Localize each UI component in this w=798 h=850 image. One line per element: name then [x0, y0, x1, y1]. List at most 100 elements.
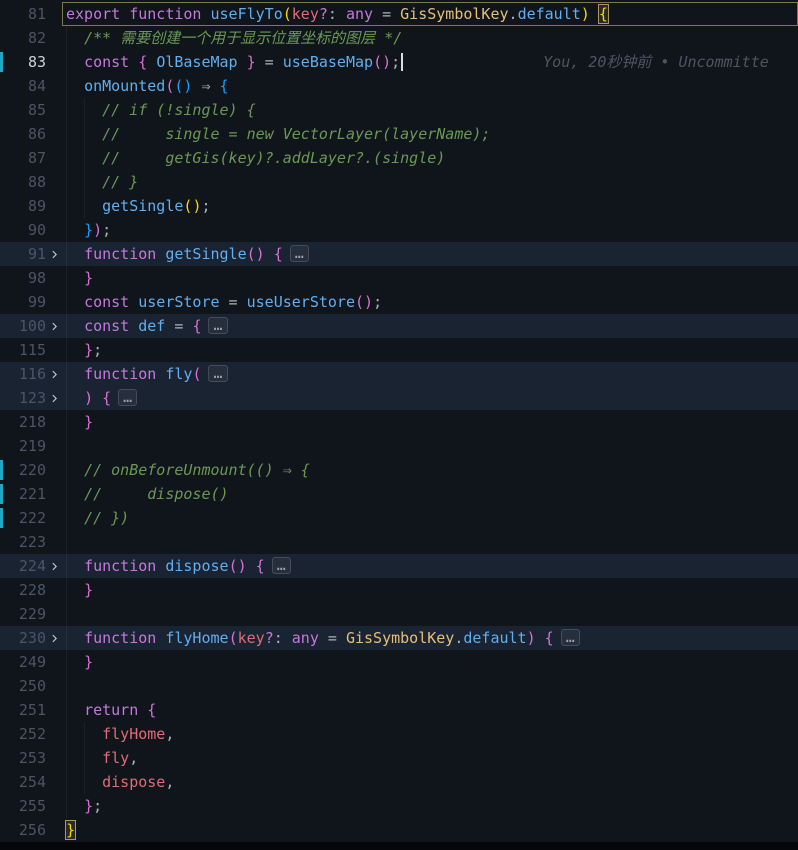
line-number: 223 — [18, 533, 46, 551]
code-line[interactable]: 86 // single = new VectorLayer(layerName… — [0, 122, 798, 146]
code-line[interactable]: 249 } — [0, 650, 798, 674]
folded-code-ellipsis[interactable]: … — [208, 365, 228, 382]
folded-code-ellipsis[interactable]: … — [560, 629, 580, 646]
folded-code-ellipsis[interactable]: … — [118, 389, 138, 406]
code-line[interactable]: 230 function flyHome(key?: any = GisSymb… — [0, 626, 798, 650]
code-line[interactable]: 88 // } — [0, 170, 798, 194]
fold-column — [46, 266, 62, 290]
code-content[interactable]: } — [62, 818, 798, 842]
fold-chevron-icon[interactable] — [46, 554, 62, 578]
code-line[interactable]: 224 function dispose() {… — [0, 554, 798, 578]
code-line[interactable]: 115 }; — [0, 338, 798, 362]
code-line[interactable]: 255 }; — [0, 794, 798, 818]
code-line[interactable]: 89 getSingle(); — [0, 194, 798, 218]
code-line[interactable]: 91 function getSingle() {… — [0, 242, 798, 266]
code-content[interactable]: function fly(… — [62, 362, 798, 386]
code-line[interactable]: 116 function fly(… — [0, 362, 798, 386]
code-line[interactable]: 87 // getGis(key)?.addLayer?.(single) — [0, 146, 798, 170]
code-line[interactable]: 250 — [0, 674, 798, 698]
code-line[interactable]: 256} — [0, 818, 798, 842]
code-line[interactable]: 229 — [0, 602, 798, 626]
code-line[interactable]: 81 export function useFlyTo(key?: any = G… — [0, 2, 798, 26]
fold-chevron-icon[interactable] — [46, 314, 62, 338]
gutter: 123 — [0, 386, 62, 410]
code-content[interactable]: dispose, — [62, 770, 798, 794]
fold-column — [46, 26, 62, 50]
code-line[interactable]: 219 — [0, 434, 798, 458]
code-content[interactable] — [62, 602, 798, 626]
code-content[interactable]: }; — [62, 338, 798, 362]
code-content[interactable]: // if (!single) { — [62, 98, 798, 122]
code-content[interactable]: }); — [62, 218, 798, 242]
code-line[interactable]: 123 ) {… — [0, 386, 798, 410]
code-line[interactable]: 253 fly, — [0, 746, 798, 770]
code-content[interactable]: // dispose() — [62, 482, 798, 506]
code-content[interactable]: // single = new VectorLayer(layerName); — [62, 122, 798, 146]
code-content[interactable]: }; — [62, 794, 798, 818]
code-line[interactable]: 98 } — [0, 266, 798, 290]
code-token: { — [544, 629, 554, 647]
code-line[interactable]: 99 const userStore = useUserStore(); — [0, 290, 798, 314]
code-content[interactable]: } — [62, 578, 798, 602]
code-content[interactable] — [62, 434, 798, 458]
code-content[interactable]: const def = {… — [62, 314, 798, 338]
code-line[interactable]: 223 — [0, 530, 798, 554]
code-line[interactable]: 85 // if (!single) { — [0, 98, 798, 122]
code-line[interactable]: 82 /** 需要创建一个用于显示位置坐标的图层 */ — [0, 26, 798, 50]
line-number: 230 — [18, 629, 46, 647]
fold-chevron-icon[interactable] — [46, 362, 62, 386]
code-token: } — [84, 269, 94, 287]
code-content[interactable]: } — [62, 266, 798, 290]
fold-column — [46, 746, 62, 770]
code-content[interactable]: fly, — [62, 746, 798, 770]
code-content[interactable]: // }) — [62, 506, 798, 530]
code-content[interactable]: // onBeforeUnmount(() ⇒ { — [62, 458, 798, 482]
code-content[interactable] — [62, 674, 798, 698]
code-content[interactable]: getSingle(); — [62, 194, 798, 218]
folded-code-ellipsis[interactable]: … — [271, 557, 291, 574]
code-content[interactable]: ) {… — [62, 386, 798, 410]
fold-column — [46, 338, 62, 362]
code-content[interactable]: // } — [62, 170, 798, 194]
code-token: default — [517, 5, 581, 23]
code-content[interactable]: const { OlBaseMap } = useBaseMap(); You, … — [62, 50, 798, 74]
code-token: = — [255, 53, 283, 71]
code-line[interactable]: 90 }); — [0, 218, 798, 242]
code-line[interactable]: 84 onMounted(() ⇒ { — [0, 74, 798, 98]
code-line[interactable]: 228 } — [0, 578, 798, 602]
code-line[interactable]: 220 // onBeforeUnmount(() ⇒ { — [0, 458, 798, 482]
fold-chevron-icon[interactable] — [46, 626, 62, 650]
folded-code-ellipsis[interactable]: … — [208, 317, 228, 334]
code-content[interactable]: function getSingle() {… — [62, 242, 798, 266]
code-content[interactable]: flyHome, — [62, 722, 798, 746]
code-content[interactable]: const userStore = useUserStore(); — [62, 290, 798, 314]
code-line[interactable]: 83 const { OlBaseMap } = useBaseMap(); Yo… — [0, 50, 798, 74]
code-content[interactable]: onMounted(() ⇒ { — [62, 74, 798, 98]
folded-code-ellipsis[interactable]: … — [289, 245, 309, 262]
code-line[interactable]: 221 // dispose() — [0, 482, 798, 506]
code-content[interactable]: export function useFlyTo(key?: any = Gis… — [62, 2, 798, 26]
fold-chevron-icon[interactable] — [46, 242, 62, 266]
code-content[interactable]: function dispose() {… — [62, 554, 798, 578]
code-content[interactable]: /** 需要创建一个用于显示位置坐标的图层 */ — [62, 26, 798, 50]
code-line[interactable]: 222 // }) — [0, 506, 798, 530]
code-line[interactable]: 251 return { — [0, 698, 798, 722]
code-content[interactable] — [62, 530, 798, 554]
code-content[interactable]: return { — [62, 698, 798, 722]
code-line[interactable]: 218 } — [0, 410, 798, 434]
code-content[interactable]: function flyHome(key?: any = GisSymbolKe… — [62, 626, 798, 650]
code-editor[interactable]: 81 export function useFlyTo(key?: any = G… — [0, 0, 798, 842]
code-content[interactable]: } — [62, 650, 798, 674]
fold-chevron-icon[interactable] — [46, 386, 62, 410]
code-line[interactable]: 254 dispose, — [0, 770, 798, 794]
line-number: 88 — [27, 173, 46, 191]
code-content[interactable]: } — [62, 410, 798, 434]
code-line[interactable]: 100 const def = {… — [0, 314, 798, 338]
line-number: 249 — [18, 653, 46, 671]
code-content[interactable]: // getGis(key)?.addLayer?.(single) — [62, 146, 798, 170]
code-line[interactable]: 252 flyHome, — [0, 722, 798, 746]
